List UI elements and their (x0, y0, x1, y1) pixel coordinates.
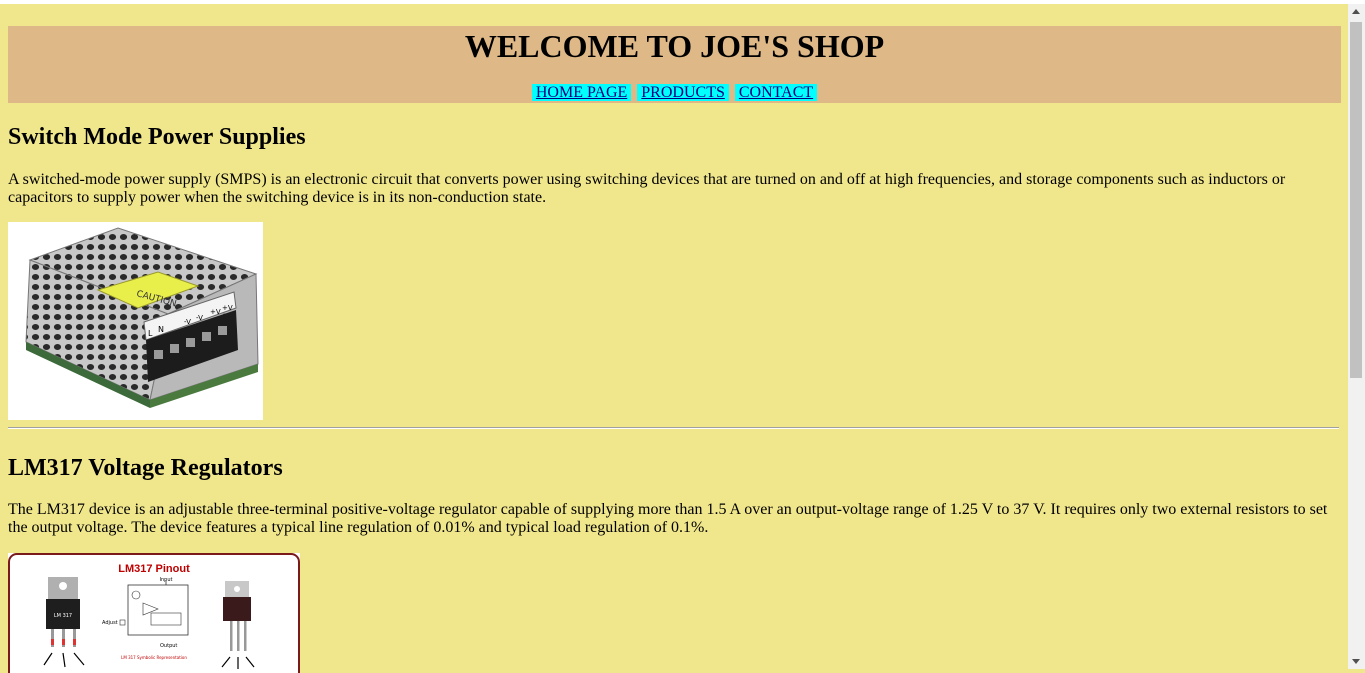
site-title: WELCOME TO JOE'S SHOP (464, 28, 885, 64)
nav-contact-link[interactable]: CONTACT (734, 84, 818, 101)
output-label: Output (160, 643, 177, 649)
main-nav: HOME PAGE PRODUCTS CONTACT (8, 84, 1341, 102)
smps-heading: Switch Mode Power Supplies (8, 124, 306, 150)
lm317-description: The LM317 device is an adjustable three-… (8, 501, 1328, 536)
lm317-heading: LM317 Voltage Regulators (8, 455, 283, 481)
site-header: WELCOME TO JOE'S SHOP HOME PAGE PRODUCTS… (8, 26, 1341, 103)
terminal-label-l: L (148, 329, 153, 338)
terminal-label-v3: +V (210, 308, 221, 316)
smps-description: A switched-mode power supply (SMPS) is a… (8, 171, 1286, 206)
nav-products-link[interactable]: PRODUCTS (637, 84, 729, 101)
section-divider (8, 427, 1339, 429)
symbol-caption: LM 317 Symbolic Representation (121, 655, 187, 660)
vertical-scrollbar[interactable] (1348, 4, 1365, 669)
terminal-label-v2: -V (196, 314, 203, 322)
chip-label: LM 317 (54, 613, 72, 619)
scroll-down-arrow-icon[interactable] (1352, 659, 1360, 664)
adjust-label: Adjust (102, 620, 118, 626)
page: WELCOME TO JOE'S SHOP HOME PAGE PRODUCTS… (8, 4, 1341, 673)
nav-home-link[interactable]: HOME PAGE (531, 84, 632, 101)
lm317-pinout-image: LM317 Pinout LM 317 Input Adjust Output … (8, 553, 300, 673)
terminal-label-v1: -V (184, 318, 191, 326)
scroll-up-arrow-icon[interactable] (1352, 9, 1360, 14)
scroll-thumb[interactable] (1350, 22, 1362, 378)
terminal-label-v4: +V (222, 304, 233, 312)
smps-product-image: CAUTION L N -V -V +V +V ADJ (8, 222, 263, 420)
terminal-label-n: N (158, 325, 164, 334)
pinout-title: LM317 Pinout (118, 563, 190, 575)
